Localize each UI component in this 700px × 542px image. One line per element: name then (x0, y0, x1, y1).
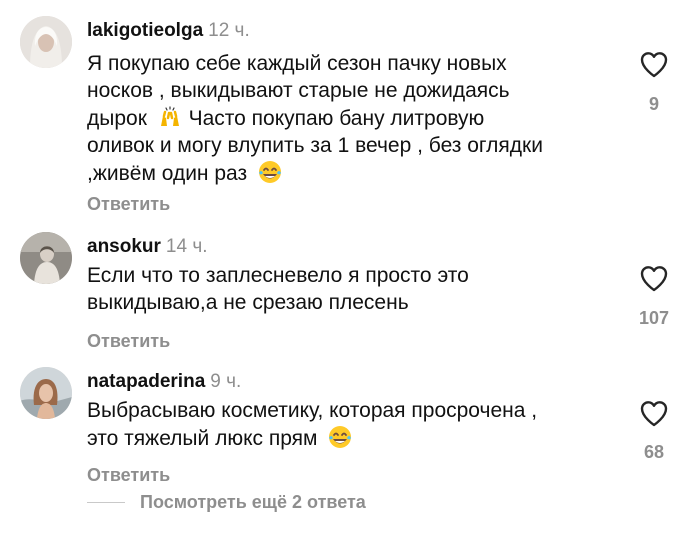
tears-of-joy-emoji-icon (329, 426, 352, 448)
like-button[interactable] (634, 258, 674, 298)
like-count: 107 (638, 308, 670, 328)
like-button[interactable] (634, 44, 674, 84)
avatar[interactable] (20, 16, 72, 68)
username[interactable]: lakigotieolga (87, 20, 203, 41)
like-button[interactable] (634, 393, 674, 433)
replies-divider (87, 502, 125, 503)
heart-outline-icon (640, 401, 668, 427)
timestamp: 14 ч. (165, 236, 208, 257)
comment-text-part: Часто покупаю бану литровую оливок и мог… (87, 107, 543, 185)
comment-text: Выбрасываю косметику, которая просрочена… (87, 397, 622, 452)
timestamp: 9 ч. (210, 371, 242, 392)
reply-button[interactable]: Ответить (87, 464, 170, 486)
comment-header: lakigotieolga 12 ч. (87, 19, 250, 43)
comment-text-part: Выбрасываю косметику, которая просрочена… (87, 399, 538, 450)
comment-text: Я покупаю себе каждый сезон пачку новых … (87, 50, 622, 187)
username[interactable]: ansokur (87, 236, 161, 257)
tears-of-joy-emoji-icon (258, 161, 281, 183)
heart-outline-icon (640, 266, 668, 292)
like-count: 68 (643, 442, 665, 462)
like-count: 9 (648, 94, 659, 114)
comment-text: Если что то заплесневело я просто это вы… (87, 264, 469, 314)
timestamp: 12 ч. (208, 20, 250, 41)
avatar[interactable] (20, 232, 72, 284)
reply-button[interactable]: Ответить (87, 330, 170, 352)
avatar[interactable] (20, 367, 72, 419)
view-more-replies-button[interactable]: Посмотреть ещё 2 ответа (140, 491, 366, 513)
comment-header: natapaderina 9 ч. (87, 370, 241, 394)
raised-hands-emoji-icon (160, 106, 179, 126)
reply-button[interactable]: Ответить (87, 193, 170, 215)
heart-outline-icon (640, 52, 668, 78)
username[interactable]: natapaderina (87, 371, 205, 392)
comment-header: ansokur 14 ч. (87, 235, 208, 259)
